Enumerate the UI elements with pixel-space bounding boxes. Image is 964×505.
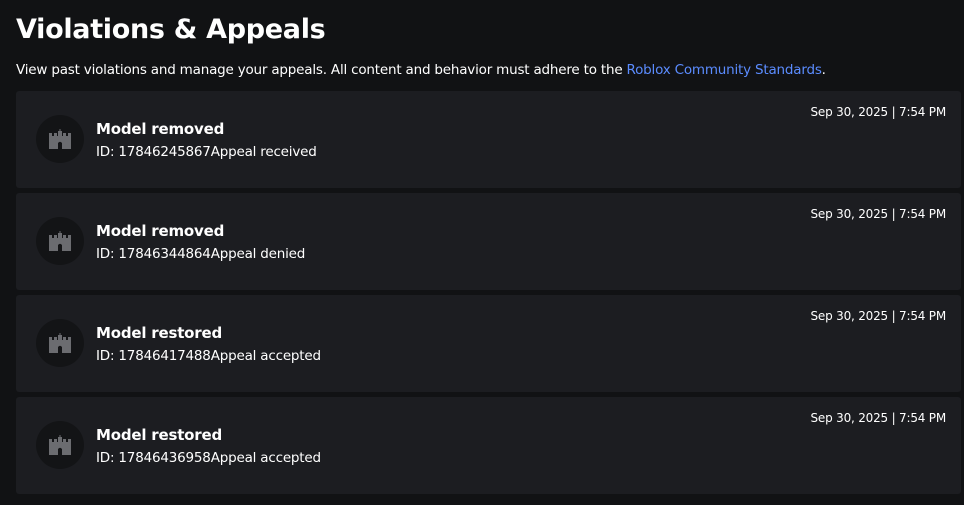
violations-list: Model removed ID: 17846245867Appeal rece… (16, 91, 961, 499)
violation-date: Sep 30, 2025 | 7:54 PM (810, 207, 947, 221)
appeal-status: Appeal accepted (210, 450, 321, 466)
violation-title: Model removed (96, 222, 225, 240)
violation-card[interactable]: Model removed ID: 17846245867Appeal rece… (16, 91, 961, 188)
violation-card[interactable]: Model restored ID: 17846417488Appeal acc… (16, 295, 961, 392)
description-text: View past violations and manage your app… (16, 62, 627, 78)
violation-id: ID: 17846417488 (96, 348, 211, 364)
violation-details: ID: 17846417488Appeal accepted (96, 347, 321, 365)
castle-icon (36, 217, 84, 265)
violation-title: Model restored (96, 426, 222, 444)
violations-appeals-page: Violations & Appeals View past violation… (0, 0, 964, 505)
appeal-status: Appeal accepted (210, 348, 321, 364)
violation-id: ID: 17846245867 (96, 144, 211, 160)
page-description: View past violations and manage your app… (16, 60, 826, 80)
violation-details: ID: 17846344864Appeal denied (96, 245, 305, 263)
community-standards-link[interactable]: Roblox Community Standards (627, 62, 822, 78)
violation-id: ID: 17846436958 (96, 450, 211, 466)
violation-card[interactable]: Model removed ID: 17846344864Appeal deni… (16, 193, 961, 290)
violation-card[interactable]: Model restored ID: 17846436958Appeal acc… (16, 397, 961, 494)
page-title: Violations & Appeals (16, 14, 326, 45)
violation-details: ID: 17846245867Appeal received (96, 143, 317, 161)
castle-icon (36, 421, 84, 469)
violation-title: Model removed (96, 120, 225, 138)
castle-icon (36, 319, 84, 367)
violation-id: ID: 17846344864 (96, 246, 211, 262)
castle-icon (36, 115, 84, 163)
violation-date: Sep 30, 2025 | 7:54 PM (810, 411, 947, 425)
appeal-status: Appeal denied (210, 246, 306, 262)
appeal-status: Appeal received (210, 144, 317, 160)
description-period: . (821, 62, 826, 78)
violation-date: Sep 30, 2025 | 7:54 PM (810, 105, 947, 119)
violation-details: ID: 17846436958Appeal accepted (96, 449, 321, 467)
violation-title: Model restored (96, 324, 222, 342)
violation-date: Sep 30, 2025 | 7:54 PM (810, 309, 947, 323)
